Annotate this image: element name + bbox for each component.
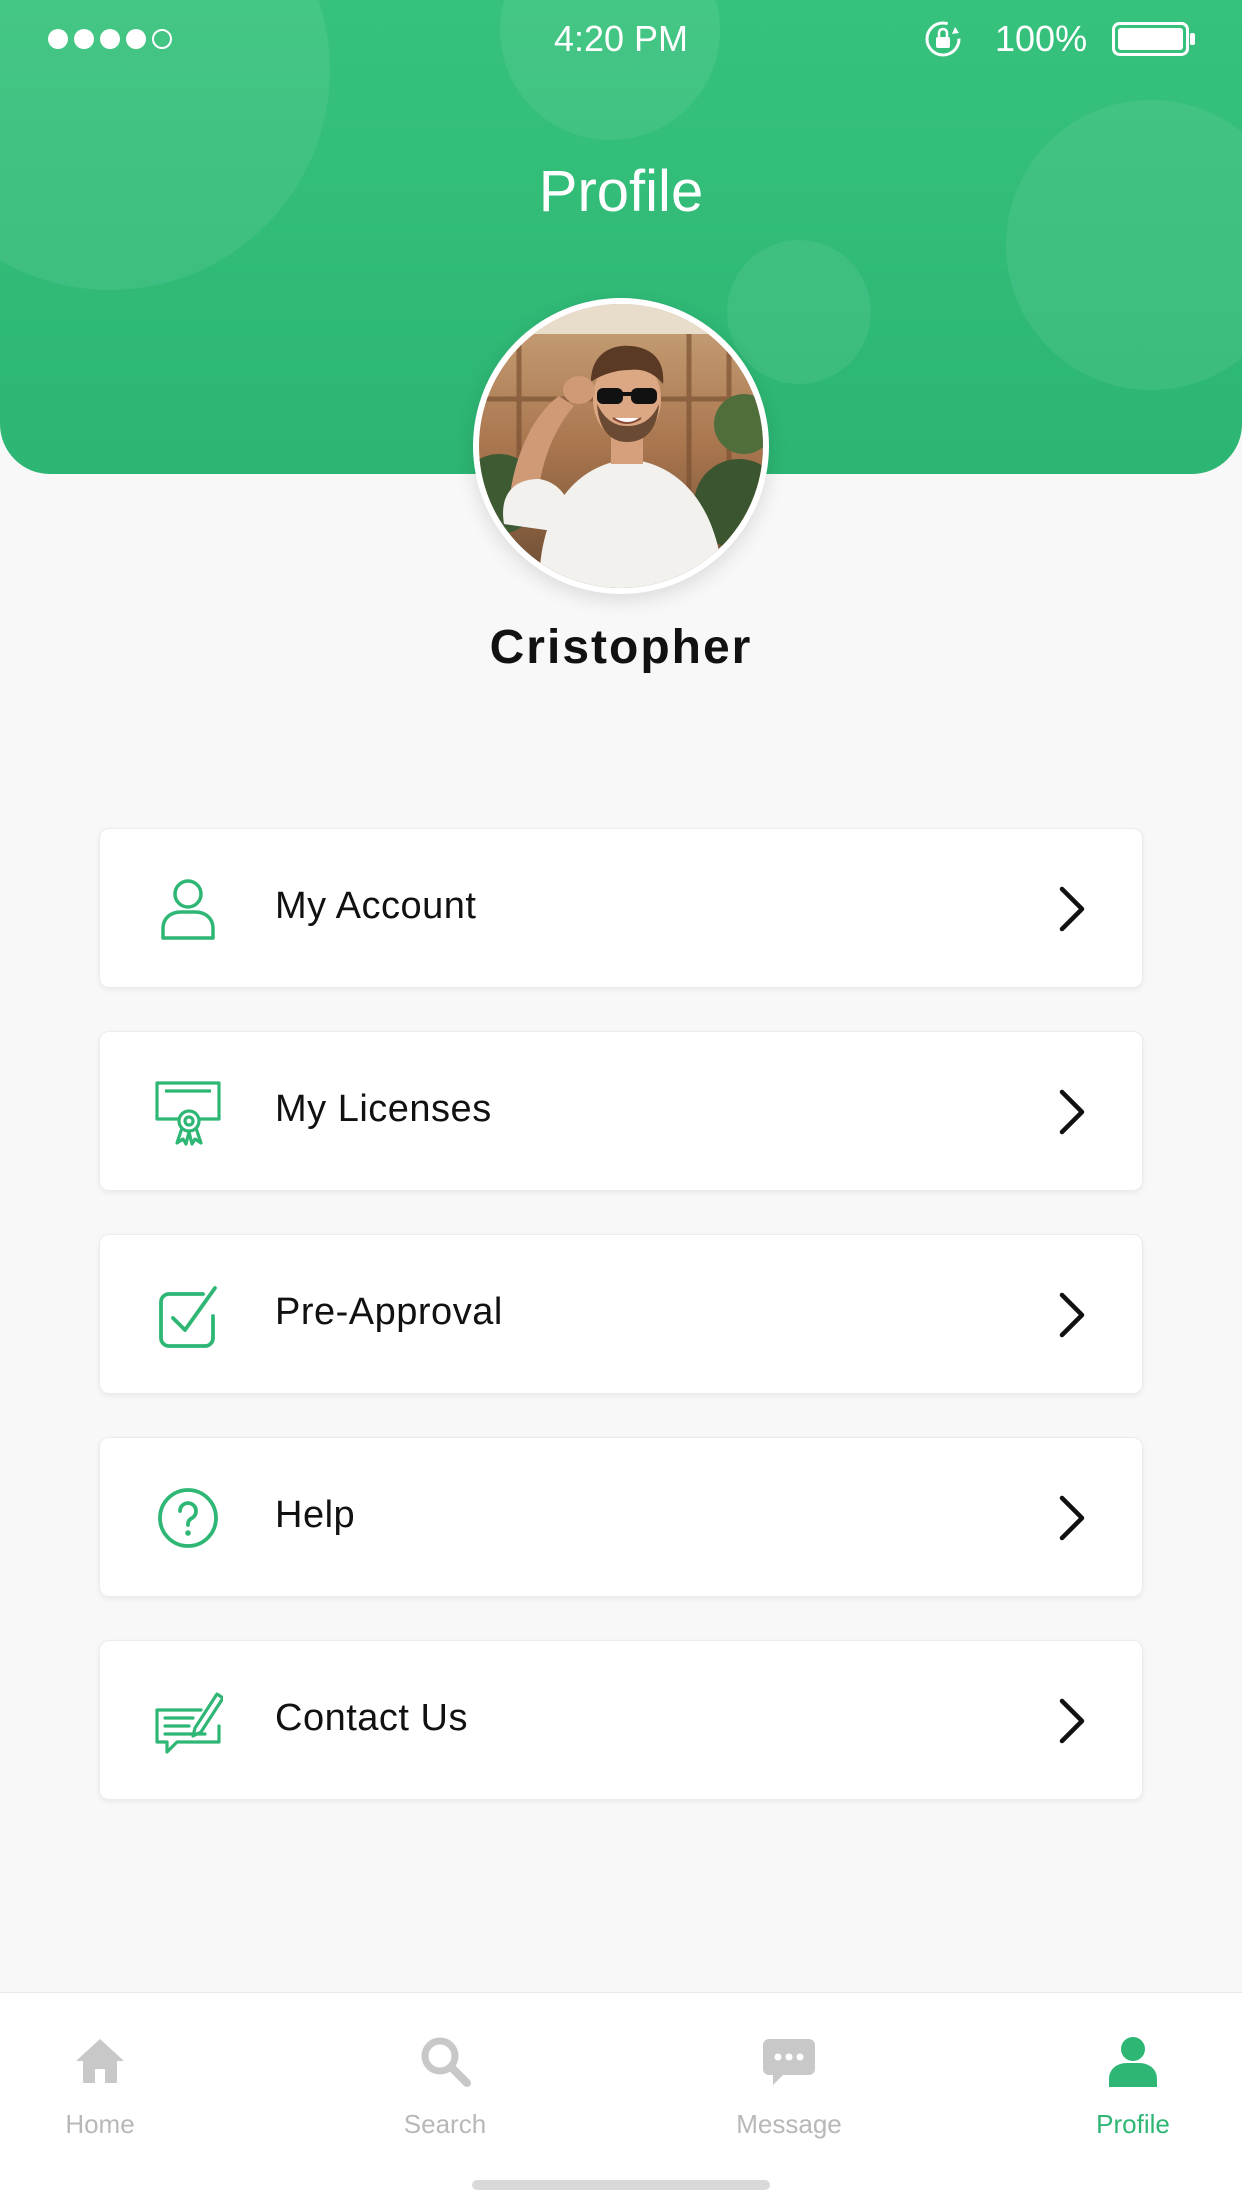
status-bar: 4:20 PM 100% xyxy=(0,0,1242,76)
menu-item-label: My Licenses xyxy=(275,1088,492,1130)
tab-home[interactable]: Home xyxy=(0,1993,200,2153)
profile-icon xyxy=(1109,2037,1157,2087)
certificate-icon xyxy=(155,1081,221,1146)
chevron-right-icon xyxy=(1059,1089,1085,1135)
user-name: Cristopher xyxy=(489,621,753,674)
tab-label: Home xyxy=(65,2109,135,2139)
help-icon xyxy=(158,1488,218,1548)
tab-search[interactable]: Search xyxy=(345,1993,545,2153)
chevron-right-icon xyxy=(1059,886,1085,932)
chevron-right-icon xyxy=(1059,1292,1085,1338)
menu-item-my-account[interactable]: My Account xyxy=(99,828,1143,988)
avatar-photo xyxy=(479,304,763,588)
battery-icon xyxy=(1112,22,1195,56)
menu-item-pre-approval[interactable]: Pre-Approval xyxy=(99,1234,1143,1394)
rotation-lock-icon xyxy=(925,21,961,57)
menu-item-label: Contact Us xyxy=(275,1697,468,1739)
bottom-tab-bar: Home Search Message Profile xyxy=(0,1992,1242,2208)
decorative-bubble xyxy=(727,240,871,384)
tab-label: Profile xyxy=(1096,2109,1170,2139)
tab-label: Message xyxy=(736,2109,842,2139)
tab-message[interactable]: Message xyxy=(689,1993,889,2153)
menu-item-label: Help xyxy=(275,1494,356,1536)
menu-item-contact-us[interactable]: Contact Us xyxy=(99,1640,1143,1800)
search-icon xyxy=(421,2037,471,2087)
menu-item-label: My Account xyxy=(275,885,477,927)
tab-profile[interactable]: Profile xyxy=(1033,1993,1233,2153)
checkbox-icon xyxy=(159,1286,217,1348)
tab-label: Search xyxy=(403,2109,487,2139)
home-indicator xyxy=(472,2180,770,2190)
battery-percentage: 100% xyxy=(995,18,1088,59)
contact-icon xyxy=(155,1692,223,1754)
chevron-right-icon xyxy=(1059,1495,1085,1541)
page-title: Profile xyxy=(538,159,704,224)
message-icon xyxy=(763,2039,815,2085)
avatar[interactable] xyxy=(473,298,769,594)
decorative-bubble xyxy=(1006,100,1242,390)
menu-item-my-licenses[interactable]: My Licenses xyxy=(99,1031,1143,1191)
menu-item-label: Pre-Approval xyxy=(275,1291,503,1333)
profile-menu: My Account My Licenses Pre-Approval Help… xyxy=(99,828,1143,1843)
home-icon xyxy=(76,2039,124,2083)
user-icon xyxy=(161,879,215,940)
menu-item-help[interactable]: Help xyxy=(99,1437,1143,1597)
chevron-right-icon xyxy=(1059,1698,1085,1744)
